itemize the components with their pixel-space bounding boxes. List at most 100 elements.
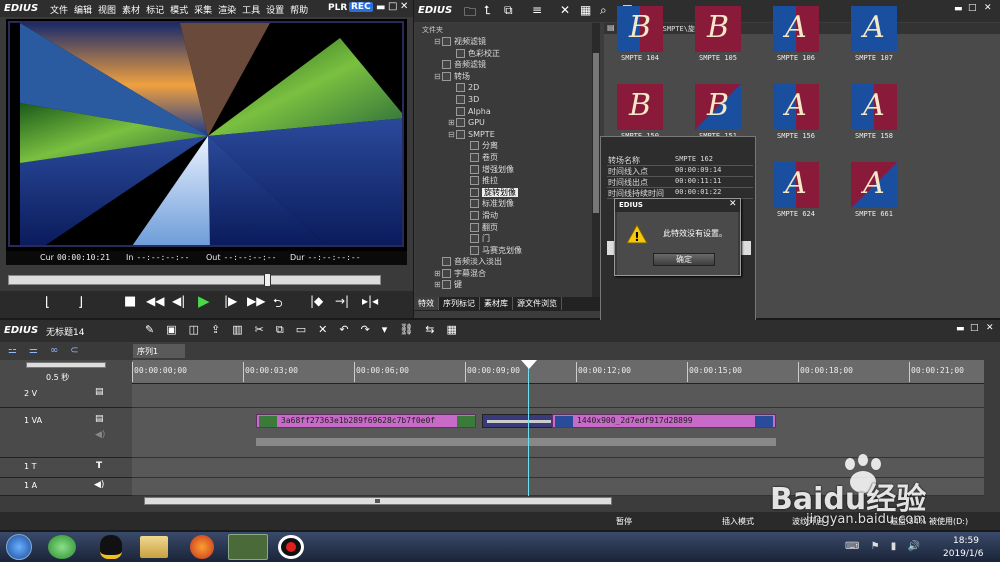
tree-item[interactable]: 增强划像: [416, 164, 592, 176]
menu-item[interactable]: 设置: [266, 3, 284, 16]
start-button[interactable]: [6, 534, 32, 560]
copy-icon[interactable]: ⧉: [276, 323, 296, 336]
menu-item[interactable]: 帮助: [290, 3, 308, 16]
zoom-label[interactable]: 0.5 秒: [46, 372, 69, 383]
tree-item[interactable]: 标准划像: [416, 198, 592, 210]
tree-item[interactable]: ⊞ GPU: [416, 117, 592, 129]
tree-item[interactable]: 滑动: [416, 210, 592, 222]
menu-item[interactable]: 编辑: [74, 3, 92, 16]
tree-expander-icon[interactable]: ⊞: [434, 279, 442, 291]
track-lane-1va[interactable]: 3a68ff27363e1b289f69628c7b7f0e0f 1440x90…: [132, 408, 984, 458]
scrub-handle[interactable]: [264, 273, 272, 287]
tree-item[interactable]: ⊟ SMPTE: [416, 129, 592, 141]
rec-button[interactable]: REC: [349, 2, 373, 12]
step-back-icon[interactable]: ◀|: [172, 294, 185, 308]
clip-2[interactable]: 1440x900_2d7edf917d28899: [552, 414, 776, 428]
view-icon[interactable]: ≡: [532, 3, 542, 17]
tree-item[interactable]: 推拉: [416, 175, 592, 187]
overwrite-icon[interactable]: →|: [335, 294, 349, 308]
undo-icon[interactable]: ↶: [339, 323, 360, 336]
taskbar-explorer-icon[interactable]: [140, 536, 168, 558]
tree-item[interactable]: 2D: [416, 82, 592, 94]
library-close-icon[interactable]: ✕: [984, 3, 992, 13]
tree-item[interactable]: ⊞ 键: [416, 279, 592, 291]
track-2v-video-icon[interactable]: ▤: [95, 387, 104, 397]
taskbar-firefox-icon[interactable]: [190, 535, 214, 559]
folder-icon[interactable]: 🗀: [464, 3, 476, 24]
paste-icon[interactable]: ▭: [296, 323, 318, 336]
taskbar-edius-icon[interactable]: [228, 534, 268, 560]
tree-item[interactable]: Alpha: [416, 106, 592, 118]
fast-forward-icon[interactable]: ▶▶: [247, 294, 265, 308]
tree-item[interactable]: 3D: [416, 94, 592, 106]
speaker-icon[interactable]: ◀): [94, 480, 104, 490]
tree-item[interactable]: 音频淡入淡出: [416, 256, 592, 268]
menu-item[interactable]: 工具: [242, 3, 260, 16]
timeline-ruler[interactable]: 00:00:00;00 00:00:03;00 00:00:06;00 00:00:0…: [132, 360, 984, 384]
tree-item[interactable]: 分离: [416, 140, 592, 152]
track-lane-2v[interactable]: [132, 384, 984, 408]
library-minimize-icon[interactable]: ▬: [954, 4, 963, 14]
import-icon[interactable]: ◫: [189, 323, 211, 336]
tree-item[interactable]: 翻页: [416, 222, 592, 234]
effect-thumbnail[interactable]: A SMPTE 661: [846, 162, 902, 232]
effect-thumbnail[interactable]: B SMPTE 105: [690, 6, 746, 76]
dialog-close-icon[interactable]: ✕: [729, 199, 737, 209]
search-icon[interactable]: ⌕: [600, 3, 607, 18]
tree-scroll-thumb[interactable]: [593, 53, 599, 213]
split-icon[interactable]: ▸|◂: [362, 294, 378, 308]
delete-clip-icon[interactable]: ✕: [318, 323, 339, 336]
mode-icon-2[interactable]: ⚌: [29, 345, 50, 356]
tree-expander-icon[interactable]: ⊟: [434, 36, 442, 48]
insert-icon[interactable]: |◆: [310, 294, 323, 308]
redo-icon[interactable]: ↷: [361, 323, 382, 336]
tree-item[interactable]: 卷页: [416, 152, 592, 164]
marker-icon[interactable]: ▾: [382, 323, 400, 336]
mode-icon-1[interactable]: ⚍: [8, 345, 29, 356]
tree-scrollbar[interactable]: [592, 23, 600, 297]
effect-thumbnail[interactable]: A SMPTE 106: [768, 6, 824, 76]
tree-expander-icon[interactable]: ⊟: [434, 71, 442, 83]
effect-thumbnail[interactable]: A SMPTE 156: [768, 84, 824, 154]
taskbar-qq-icon[interactable]: [100, 535, 122, 559]
title-track-icon[interactable]: T: [96, 461, 102, 471]
scrub-bar[interactable]: [8, 273, 381, 287]
tree-item[interactable]: 音频滤镜: [416, 59, 592, 71]
transition-block[interactable]: [482, 414, 554, 428]
library-tab[interactable]: 源文件浏览: [513, 297, 562, 310]
library-tab[interactable]: 特效: [414, 297, 439, 310]
track-1va-audio-icon[interactable]: ◀): [95, 430, 105, 440]
effect-thumbnail[interactable]: A SMPTE 107: [846, 6, 902, 76]
effect-icon[interactable]: ✎: [145, 323, 166, 336]
tree-item[interactable]: 马赛克划像: [416, 245, 592, 257]
tree-item[interactable]: ⊟ 转场: [416, 71, 592, 83]
clip-1[interactable]: 3a68ff27363e1b289f69628c7b7f0e0f: [256, 414, 476, 428]
taskbar-record-icon[interactable]: [278, 535, 304, 559]
menu-item[interactable]: 标记: [146, 3, 164, 16]
library-tab[interactable]: 序列标记: [439, 297, 480, 310]
sync-icon[interactable]: ⇆: [425, 323, 446, 336]
tree-expander-icon[interactable]: ⊟: [448, 129, 456, 141]
tree-expander-icon[interactable]: ⊞: [448, 117, 456, 129]
track-1va-video-icon[interactable]: ▤: [95, 414, 104, 424]
link-icon[interactable]: ⛓: [399, 323, 425, 336]
minimize-icon[interactable]: ▬: [376, 2, 385, 13]
rewind-icon[interactable]: ◀◀: [146, 294, 164, 308]
export-icon[interactable]: ⇪: [211, 323, 232, 336]
sequence-tab[interactable]: 序列1: [133, 344, 185, 358]
mark-in-icon[interactable]: ⌊: [45, 295, 50, 310]
effect-thumbnail[interactable]: A SMPTE 624: [768, 162, 824, 232]
timeline-maximize-icon[interactable]: □: [970, 323, 979, 333]
maximize-icon[interactable]: □: [388, 1, 397, 12]
tray-icons[interactable]: ⌨ ⚑ ▮ 🔊: [845, 541, 924, 552]
timeline-scroll-thumb[interactable]: [375, 499, 380, 503]
step-forward-icon[interactable]: |▶: [224, 294, 237, 308]
tree-expander-icon[interactable]: ⊞: [434, 268, 442, 280]
menu-item[interactable]: 素材: [122, 3, 140, 16]
layout-icon[interactable]: ▦: [447, 323, 469, 336]
menu-item[interactable]: 模式: [170, 3, 188, 16]
status-insert-mode[interactable]: 插入模式: [722, 516, 754, 527]
timeline-minimize-icon[interactable]: ▬: [956, 324, 965, 334]
tree-item[interactable]: ⊟ 视频滤镜: [416, 36, 592, 48]
menu-item[interactable]: 渲染: [218, 3, 236, 16]
